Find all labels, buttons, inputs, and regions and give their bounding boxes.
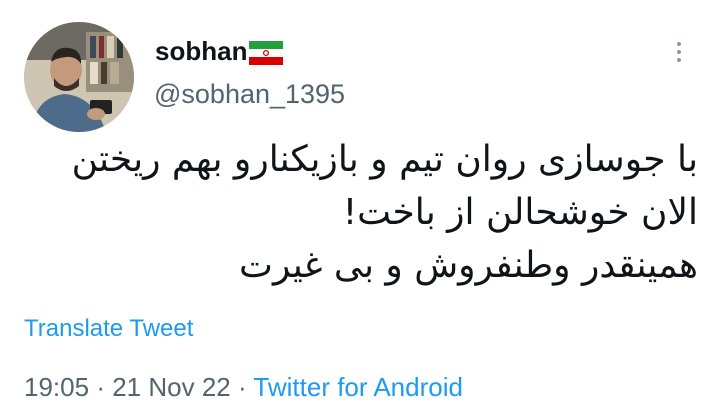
author-display-name[interactable]: sobhan — [155, 36, 247, 67]
avatar[interactable] — [24, 22, 134, 132]
tweet-text-line: با جوسازی روان تیم و بازیکنارو بهم ریختن — [71, 139, 698, 180]
separator: · — [96, 372, 105, 402]
iran-flag-icon — [249, 40, 284, 65]
author-handle[interactable]: @sobhan_1395 — [154, 79, 345, 110]
tweet-text-line: همینقدر وطنفروش و بی غیرت — [239, 245, 698, 286]
tweet-text-line: الان خوشحالن از باخت! — [342, 192, 698, 233]
author-name[interactable]: sobhan — [155, 36, 284, 67]
more-vertical-icon[interactable] — [664, 34, 694, 70]
separator: · — [237, 372, 247, 402]
tweet-source-link[interactable]: Twitter for Android — [253, 372, 463, 402]
tweet-text: با جوسازی روان تیم و بازیکنارو بهم ریختن… — [18, 133, 698, 292]
tweet-metadata: 19:05 · 21 Nov 22 · Twitter for Android — [24, 372, 463, 403]
profile-photo — [24, 22, 134, 132]
tweet-date[interactable]: 21 Nov 22 — [112, 372, 231, 402]
translate-tweet-link[interactable]: Translate Tweet — [24, 315, 193, 343]
tweet-time[interactable]: 19:05 — [24, 372, 89, 402]
